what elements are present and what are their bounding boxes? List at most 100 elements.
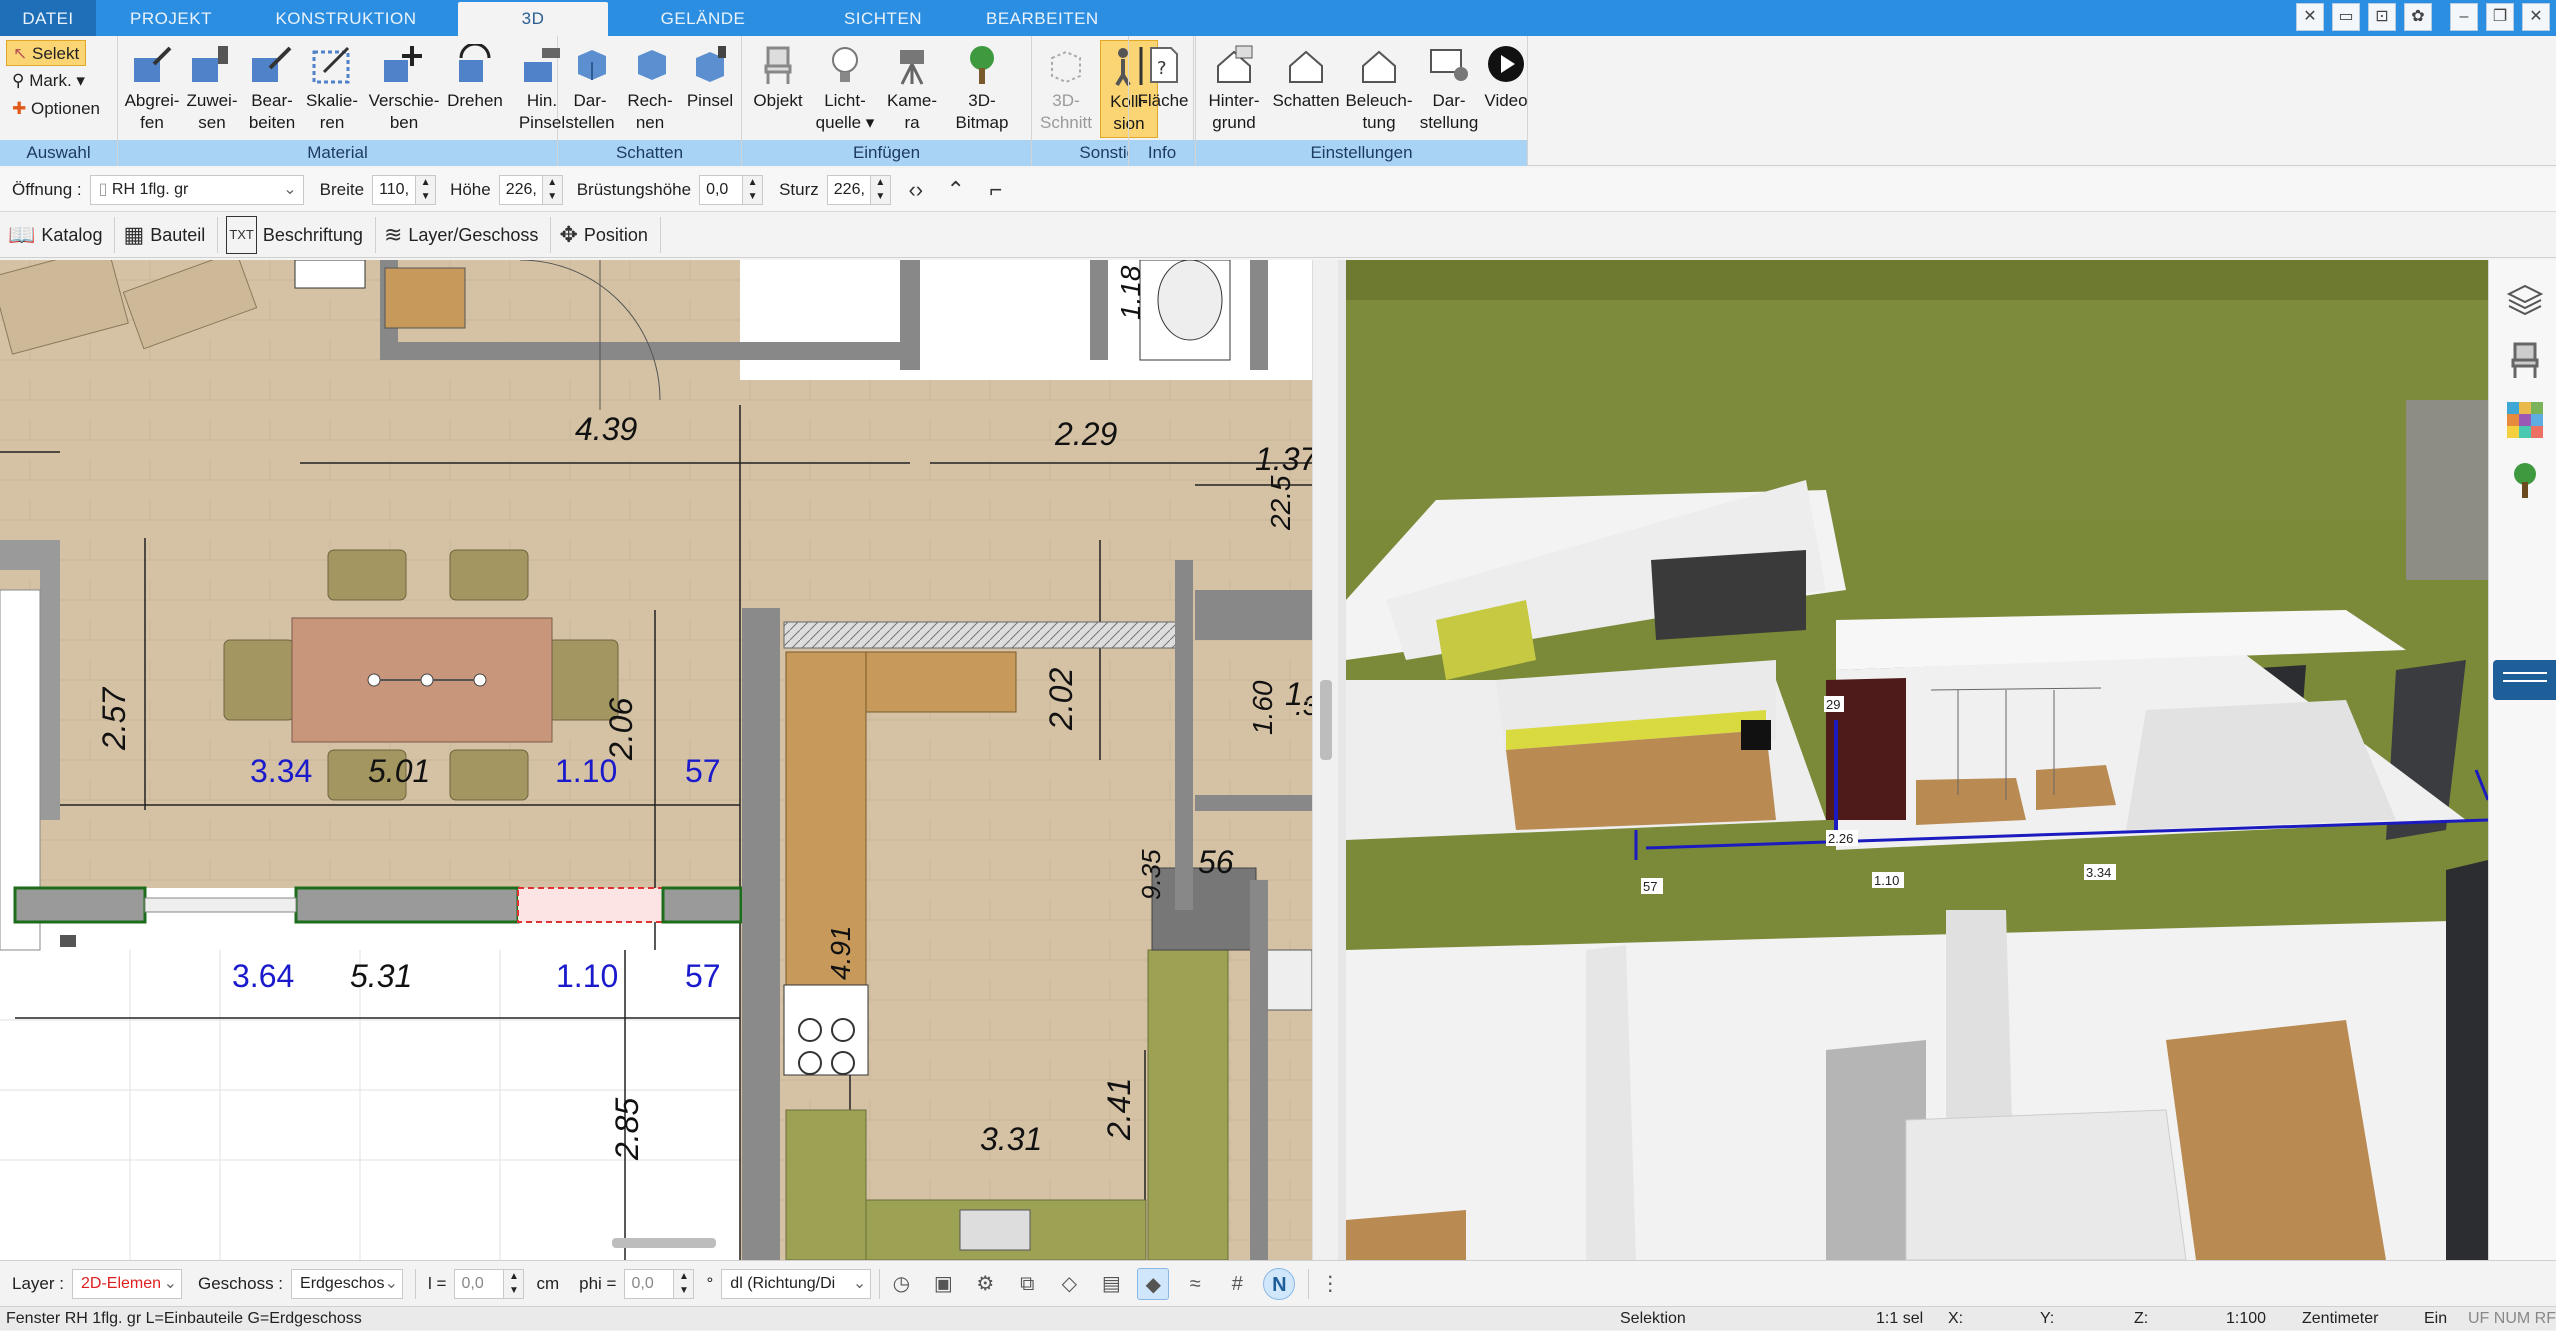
width-spinner[interactable]: ▲ ▼	[416, 174, 437, 205]
width-input[interactable]: 110,	[372, 174, 417, 205]
floor-label: Geschoss :	[197, 1273, 284, 1293]
sill-spinner[interactable]: ▲ ▼	[743, 174, 764, 205]
move-material-button[interactable]: Verschie-ben	[368, 40, 440, 138]
floor-select[interactable]: Erdgeschos ⌄	[291, 1268, 404, 1299]
edit-material-button[interactable]: Bear-beiten	[242, 40, 302, 138]
compute-shadow-button[interactable]: Rech-nen	[620, 40, 680, 138]
selected-window[interactable]	[517, 887, 664, 923]
section-3d-button[interactable]: 3D- Schnitt	[1036, 40, 1096, 138]
layers-icon[interactable]	[2505, 280, 2545, 320]
options-button[interactable]: ✚ Optionen	[6, 96, 106, 122]
flip-horizontal-icon[interactable]: ‹›	[901, 175, 931, 205]
shadow-settings-button[interactable]: Schatten	[1270, 40, 1342, 138]
text-icon: TXT	[226, 215, 257, 254]
tab-sichten[interactable]: SICHTEN	[798, 0, 968, 36]
layer-stack-icon[interactable]: ⧉	[1011, 1268, 1043, 1300]
camera-button[interactable]: Kame-ra	[882, 40, 942, 138]
panel-toggle-icon[interactable]	[2493, 660, 2556, 700]
material-palette-icon[interactable]	[2505, 400, 2545, 440]
scale-material-button[interactable]: Skalie-ren	[302, 40, 362, 138]
tab-projekt[interactable]: PROJEKT	[96, 0, 246, 36]
hatch-icon[interactable]: ▤	[1095, 1268, 1127, 1300]
shadow-brush-button[interactable]: Pinsel	[680, 40, 740, 138]
tab-3d[interactable]: 3D	[458, 2, 608, 36]
tab-layer-geschoss[interactable]: ≋ Layer/Geschoss	[376, 216, 552, 253]
video-button[interactable]: Video	[1484, 40, 1528, 138]
lintel-label: Sturz	[779, 179, 819, 199]
display-button[interactable]: Dar-stellung	[1416, 40, 1482, 138]
dim-56: 56	[1198, 844, 1234, 880]
floor-plan-2d[interactable]: 4.39 2.29 1.37 1.37 .37 5.31 5.01 56 3.3…	[0, 260, 1312, 1260]
tab-position[interactable]: ✥ Position	[551, 216, 661, 253]
tools-icon[interactable]: ✕	[2296, 3, 2324, 31]
settings-tree-icon[interactable]: ⚙	[969, 1268, 1001, 1300]
tree-icon[interactable]	[2505, 460, 2545, 500]
lintel-spinner[interactable]: ▲ ▼	[870, 174, 891, 205]
scroll-thumb[interactable]	[1320, 680, 1332, 760]
flip-vertical-icon[interactable]: ⌃	[941, 175, 971, 205]
area-button[interactable]: ? Fläche	[1133, 40, 1193, 138]
more-options-icon[interactable]: ⋮	[1314, 1268, 1346, 1300]
lighting-button[interactable]: Beleuch-tung	[1344, 40, 1414, 138]
clock-icon[interactable]: ◷	[885, 1268, 917, 1300]
pick-material-button[interactable]: Abgrei-fen	[122, 40, 182, 138]
direction-value: dl (Richtung/Di	[730, 1274, 836, 1292]
height-input[interactable]: 226,	[498, 174, 543, 205]
bitmap-3d-button[interactable]: 3D- Bitmap	[946, 40, 1018, 138]
rotate-material-button[interactable]: Drehen	[442, 40, 508, 138]
assign-material-button[interactable]: Zuwei-sen	[182, 40, 242, 138]
tool-tabs: 📖 Katalog ▦ Bauteil TXT Beschriftung ≋ Layer…	[0, 212, 2556, 258]
grid-icon[interactable]: #	[1221, 1268, 1253, 1300]
opening-select[interactable]: ▯ RH 1flg. gr ⌄	[89, 174, 304, 205]
tab-datei[interactable]: DATEI	[0, 0, 96, 36]
dim-2-06: 2.06	[603, 698, 639, 761]
layer-select[interactable]: 2D-Elemen ⌄	[71, 1268, 182, 1299]
insert-object-button[interactable]: Objekt	[748, 40, 808, 138]
house-light-icon	[1362, 50, 1396, 83]
wall	[900, 260, 920, 370]
tab-gelaende[interactable]: GELÄNDE	[608, 0, 798, 36]
tab-bauteil[interactable]: ▦ Bauteil	[115, 216, 219, 253]
unit-cm: cm	[536, 1273, 560, 1293]
lock-icon[interactable]: ⊡	[2368, 3, 2396, 31]
view-splitter[interactable]	[1338, 260, 1346, 1260]
group-label-material: Material	[118, 140, 557, 166]
select-button[interactable]: ↖ Selekt	[6, 40, 87, 66]
plan-vertical-scrollbar[interactable]	[1312, 260, 1338, 1260]
light-source-button[interactable]: Licht-quelle ▾	[812, 40, 878, 138]
tab-beschriftung[interactable]: TXT Beschriftung	[218, 215, 376, 254]
sill-input[interactable]: 0,0	[699, 174, 744, 205]
restore-icon[interactable]: ❐	[2486, 3, 2514, 31]
window-properties-icon[interactable]: ⌐	[981, 175, 1011, 205]
group-label-schatten: Schatten	[558, 140, 741, 166]
north-icon[interactable]: N	[1263, 1267, 1296, 1300]
view-3d[interactable]: 29 2.26 1.10 57 3.34	[1346, 260, 2488, 1260]
tab-konstruktion[interactable]: KONSTRUKTION	[246, 0, 446, 36]
group-label-auswahl: Auswahl	[0, 140, 117, 166]
floor-plane-icon[interactable]: ◆	[1137, 1267, 1170, 1300]
wall-icon[interactable]: ◇	[1053, 1268, 1085, 1300]
phi-spinner[interactable]: ▲ ▼	[674, 1268, 695, 1299]
height-spinner[interactable]: ▲ ▼	[542, 174, 563, 205]
lintel-input[interactable]: 226,	[826, 174, 871, 205]
length-input[interactable]: 0,0	[454, 1268, 505, 1299]
layer-label: Layer :	[12, 1273, 64, 1293]
screen-icon[interactable]: ▣	[927, 1268, 959, 1300]
dim-2-85: 2.85	[609, 1098, 645, 1161]
dim-5-31: 5.31	[350, 958, 412, 994]
wave-icon[interactable]: ≈	[1179, 1268, 1211, 1300]
chair-icon[interactable]	[2505, 340, 2545, 380]
gear-icon[interactable]: ✿	[2404, 3, 2432, 31]
show-shadow-button[interactable]: Dar-stellen	[560, 40, 620, 138]
tab-katalog[interactable]: 📖 Katalog	[0, 216, 116, 253]
close-icon[interactable]: ✕	[2522, 3, 2550, 31]
folder-icon[interactable]: ▭	[2332, 3, 2360, 31]
minimize-icon[interactable]: –	[2450, 3, 2478, 31]
direction-select[interactable]: dl (Richtung/Di ⌄	[721, 1268, 872, 1299]
tab-bearbeiten[interactable]: BEARBEITEN	[968, 0, 1108, 36]
phi-input[interactable]: 0,0	[624, 1268, 675, 1299]
plan-hscroll-thumb[interactable]	[612, 1238, 716, 1248]
mark-button[interactable]: ⚲ Mark. ▾	[6, 68, 91, 94]
length-spinner[interactable]: ▲ ▼	[504, 1268, 525, 1299]
background-button[interactable]: Hinter-grund	[1200, 40, 1268, 138]
